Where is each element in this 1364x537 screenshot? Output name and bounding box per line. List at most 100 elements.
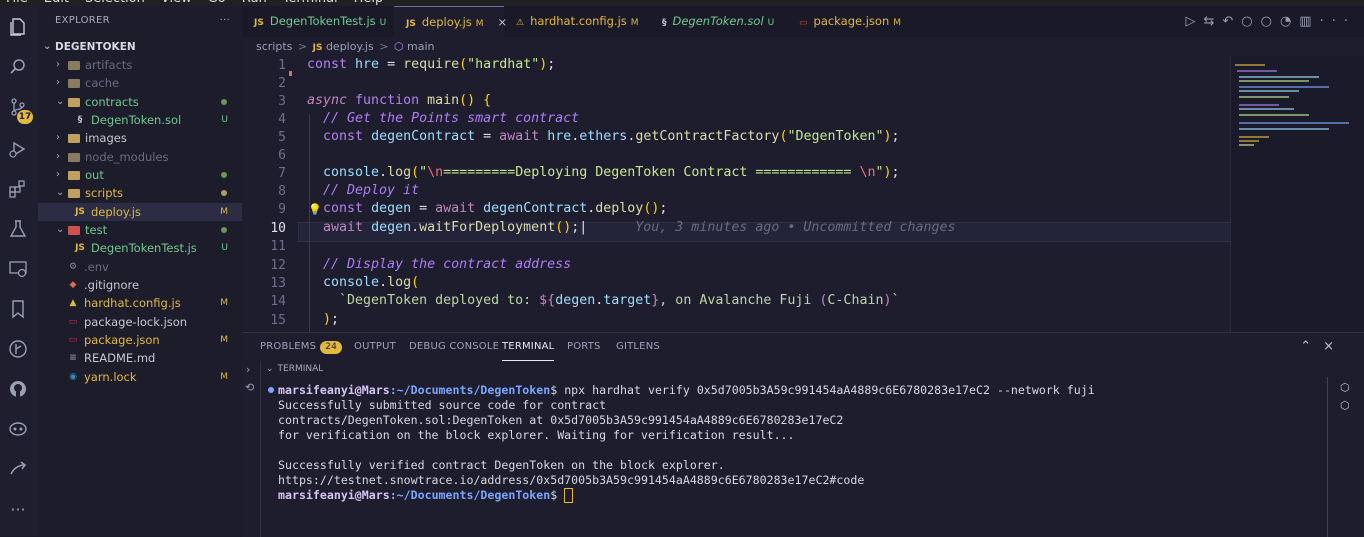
lightbulb-icon[interactable]: 💡	[308, 203, 322, 216]
search-icon[interactable]	[7, 56, 29, 78]
terminal-list: ⬡ ⬡	[1327, 377, 1364, 537]
code-line-14[interactable]: `DegenToken deployed to: ${degen.target}…	[307, 293, 899, 308]
toggle-icon[interactable]: ○	[1261, 14, 1280, 29]
minimap-line	[1239, 96, 1289, 98]
tree-item[interactable]: ≡ README.md	[38, 349, 242, 367]
code-line-4[interactable]: // Get the Points smart contract	[307, 111, 579, 126]
run-icon[interactable]: ▷	[1185, 14, 1203, 29]
code-line-7[interactable]: console.log("\n=========Deploying DegenT…	[307, 165, 899, 180]
remote-explorer-icon[interactable]	[7, 258, 29, 280]
breadcrumb-folder[interactable]: scripts	[256, 40, 292, 53]
gitlens-icon[interactable]	[7, 338, 29, 360]
panel-tab-gitlens[interactable]: GITLENS	[616, 333, 660, 361]
yarn-file-icon: ◉	[69, 372, 77, 382]
more-actions-icon[interactable]: ···	[1320, 14, 1356, 29]
tree-item[interactable]: › artifacts	[38, 56, 242, 74]
project-root[interactable]: ⌄ DEGENTOKEN	[38, 38, 242, 56]
code-line-3[interactable]: async function main() {	[307, 93, 491, 108]
tab-degentokentest-js[interactable]: JS DegenTokenTest.js U	[242, 6, 394, 37]
terminal-prompt[interactable]: marsifeanyi@Mars:~/Documents/DegenToken$	[278, 488, 1095, 503]
tree-item[interactable]: ▭ package-lock.json	[38, 313, 242, 331]
tab-package-json[interactable]: ▭ package.json M	[787, 6, 912, 37]
tree-item-label: README.md	[84, 351, 156, 365]
blame-icon[interactable]: ◔	[1280, 14, 1299, 29]
tab-deploy-js[interactable]: JS deploy.js M ×	[394, 6, 507, 38]
more-icon[interactable]: ···	[7, 498, 29, 520]
code-line-10[interactable]: await degen.waitForDeployment();| You, 3…	[307, 220, 955, 235]
code-line-11[interactable]	[307, 238, 315, 253]
breadcrumb: scripts > JS deploy.js > ⬡ main	[256, 40, 435, 53]
tab-label: DegenToken.sol	[672, 14, 764, 28]
terminal-output[interactable]: marsifeanyi@Mars:~/Documents/DegenToken$…	[278, 383, 1095, 503]
tree-item[interactable]: JS deploy.js M	[38, 203, 242, 221]
copilot-icon[interactable]	[7, 418, 29, 440]
minimap-line	[1239, 122, 1349, 124]
git-status: M	[220, 298, 228, 308]
code-line-9[interactable]: const degen = await degenContract.deploy…	[307, 201, 667, 216]
line-number: 15	[270, 313, 286, 328]
code-line-5[interactable]: const degenContract = await hre.ethers.g…	[307, 129, 900, 144]
tree-item-label: deploy.js	[91, 205, 141, 219]
bottom-panel: PROBLEMS 24 OUTPUT DEBUG CONSOLE TERMINAL POR…	[242, 332, 1364, 537]
terminal-command-line: marsifeanyi@Mars:~/Documents/DegenToken$…	[278, 383, 1095, 397]
code-line-13[interactable]: console.log(	[307, 275, 419, 290]
split-editor-icon[interactable]: ▥	[1299, 14, 1319, 29]
tree-item[interactable]: ▲ hardhat.config.js M	[38, 294, 242, 312]
tree-item[interactable]: § DegenToken.sol U	[38, 111, 242, 129]
modified-dot-icon	[221, 99, 227, 105]
tree-item[interactable]: ⚙ .env	[38, 258, 242, 276]
tree-item[interactable]: JS DegenTokenTest.js U	[38, 239, 242, 257]
history-icon[interactable]: ⟲	[245, 381, 254, 394]
code-line-1[interactable]: const hre = require("hardhat");	[307, 57, 555, 72]
folder-icon	[68, 98, 80, 107]
tab-degentoken-sol[interactable]: § DegenToken.sol U	[650, 6, 787, 37]
panel-tab-ports[interactable]: PORTS	[567, 333, 601, 361]
tab-status: U	[379, 18, 387, 28]
testing-icon[interactable]	[7, 218, 29, 240]
code-line-6[interactable]	[307, 147, 315, 162]
tree-item[interactable]: › out	[38, 166, 242, 184]
panel-tab-debug-console[interactable]: DEBUG CONSOLE	[409, 333, 499, 361]
tree-item[interactable]: ⌄ contracts	[38, 93, 242, 111]
expand-icon[interactable]: ›	[246, 363, 250, 376]
function-symbol-icon: ⬡	[393, 40, 404, 53]
go-forward-icon[interactable]: ○	[1241, 14, 1260, 29]
tree-item[interactable]: ▭ package.json M	[38, 331, 242, 349]
compare-icon[interactable]: ⇆	[1203, 14, 1222, 29]
maximize-panel-icon[interactable]: ⌃	[1300, 339, 1323, 354]
panel-tab-output[interactable]: OUTPUT	[354, 333, 396, 361]
terminal-instance-icon[interactable]: ⬡	[1340, 381, 1350, 394]
panel-tab-problems[interactable]: PROBLEMS 24	[260, 333, 343, 361]
panel-tab-terminal[interactable]: TERMINAL	[502, 333, 555, 361]
tree-item[interactable]: ⌄ scripts	[38, 184, 242, 202]
code-line-15[interactable]: );	[307, 312, 339, 327]
breadcrumb-file[interactable]: deploy.js	[326, 40, 374, 53]
tree-item[interactable]: ◉ yarn.lock M	[38, 368, 242, 386]
close-panel-icon[interactable]: ×	[1323, 339, 1346, 354]
deploy-icon[interactable]	[7, 458, 29, 480]
minimap[interactable]	[1230, 56, 1364, 332]
breadcrumb-symbol[interactable]: main	[407, 40, 434, 53]
tree-item[interactable]: ◆ .gitignore	[38, 276, 242, 294]
tab-label: hardhat.config.js	[530, 14, 627, 28]
tree-item[interactable]: › node_modules	[38, 148, 242, 166]
explorer-more-icon[interactable]: ···	[220, 6, 230, 36]
terminal-output-line: https://testnet.snowtrace.io/address/0x5…	[278, 473, 865, 487]
tree-item[interactable]: › cache	[38, 74, 242, 92]
chevron-right-icon: ›	[56, 151, 60, 162]
files-icon[interactable]	[7, 16, 29, 38]
tree-item[interactable]: ⌄ test	[38, 221, 242, 239]
github-icon[interactable]	[7, 378, 29, 400]
tab-hardhat-config-js[interactable]: ⚠ hardhat.config.js M	[504, 6, 650, 37]
tree-item-label: scripts	[85, 186, 124, 200]
go-back-icon[interactable]: ↶	[1222, 14, 1241, 29]
terminal-instance-icon-2[interactable]: ⬡	[1340, 399, 1350, 412]
tree-item[interactable]: › images	[38, 129, 242, 147]
extensions-icon[interactable]	[7, 178, 29, 200]
code-line-12[interactable]: // Display the contract address	[307, 257, 571, 272]
minimap-line	[1239, 128, 1329, 130]
run-debug-icon[interactable]	[7, 138, 29, 160]
code-line-8[interactable]: // Deploy it	[307, 183, 419, 198]
code-line-2[interactable]	[307, 75, 315, 90]
bookmarks-icon[interactable]	[7, 298, 29, 320]
